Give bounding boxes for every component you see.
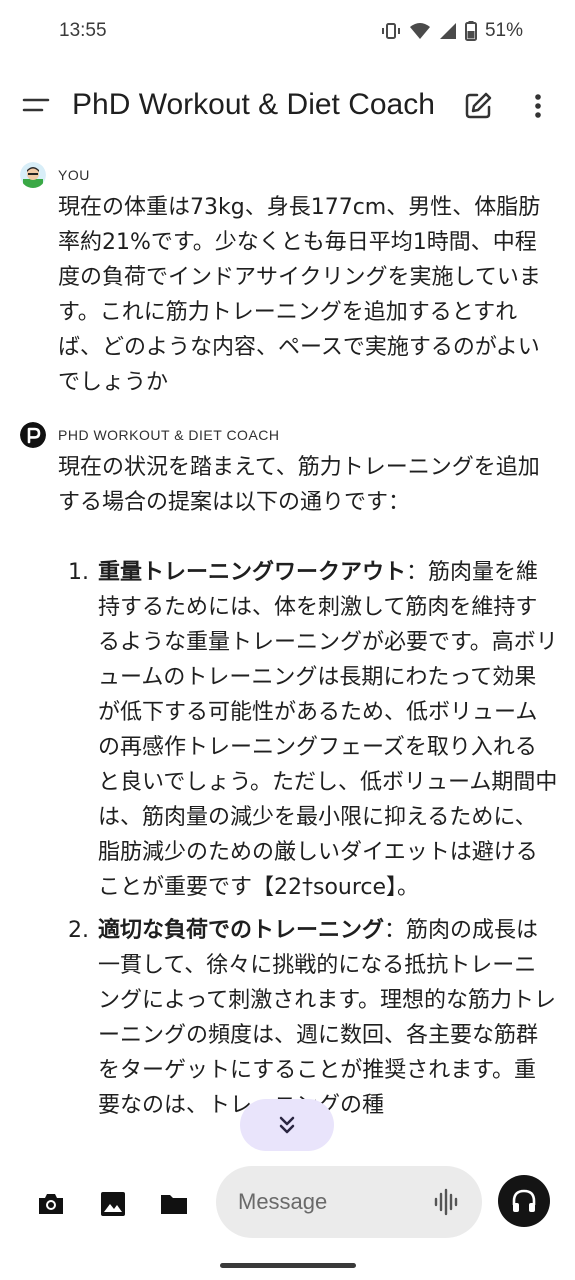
status-time: 13:55 (59, 20, 107, 41)
assistant-avatar (20, 422, 46, 448)
menu-button[interactable] (20, 90, 52, 122)
battery-percent: 51% (484, 20, 523, 41)
user-message-header: YOU (20, 162, 90, 188)
list-item-title: 重量トレーニングワークアウト (98, 560, 407, 585)
assistant-message-header: PHD WORKOUT & DIET COACH (20, 422, 280, 448)
message-placeholder: Message (238, 1189, 328, 1214)
camera-icon (39, 1194, 63, 1214)
edit-icon (465, 92, 492, 119)
list-item-text: ：筋肉量を維持するためには、体を刺激して筋肉を維持するような重量トレーニングが必… (98, 560, 558, 900)
list-number: 2. (68, 918, 89, 943)
status-icons: 51% (381, 20, 523, 42)
assistant-list: 1. 重量トレーニングワークアウト：筋肉量を維持するためには、体を刺激して筋肉を… (58, 555, 558, 1123)
folder-icon (161, 1195, 187, 1214)
image-button[interactable] (97, 1188, 129, 1220)
message-input[interactable]: Message (216, 1166, 482, 1238)
headphones-icon (512, 1189, 536, 1212)
chevron-double-down-icon (279, 1116, 295, 1134)
menu-icon (22, 98, 50, 112)
wifi-icon (409, 23, 430, 39)
user-message-text: 現在の体重は73kg、身長177cm、男性、体脂肪率約21%です。少なくとも毎日… (58, 195, 541, 395)
assistant-intro-text: 現在の状況を踏まえて、筋力トレーニングを追加する場合の提案は以下の通りです： (58, 455, 540, 515)
sender-name: YOU (58, 167, 90, 183)
composer-bar: Message (0, 1160, 575, 1280)
image-icon (101, 1192, 125, 1216)
list-item: 2. 適切な負荷でのトレーニング：筋肉の成長は一貫して、徐々に挑戦的になる抵抗ト… (58, 913, 558, 1123)
battery-icon (464, 21, 477, 41)
vibrate-icon (381, 23, 400, 39)
page-title: PhD Workout & Diet Coach (72, 88, 435, 121)
list-number: 1. (68, 560, 89, 585)
signal-icon (439, 23, 456, 39)
more-options-button[interactable] (524, 90, 552, 122)
scroll-to-bottom-button[interactable] (240, 1099, 334, 1151)
folder-button[interactable] (158, 1188, 190, 1220)
waveform-icon[interactable] (432, 1188, 460, 1216)
new-chat-button[interactable] (462, 90, 494, 122)
app-bar: PhD Workout & Diet Coach (0, 76, 575, 140)
user-avatar (20, 162, 46, 188)
list-item-text: ：筋肉の成長は一貫して、徐々に挑戦的になる抵抗トレーニングによって刺激されます。… (98, 918, 557, 1118)
status-bar: 13:55 51% (0, 0, 575, 66)
home-indicator[interactable] (220, 1263, 356, 1268)
chat-thread[interactable]: YOU 現在の体重は73kg、身長177cm、男性、体脂肪率約21%です。少なく… (0, 150, 575, 1160)
voice-mode-button[interactable] (498, 1175, 550, 1227)
list-item: 1. 重量トレーニングワークアウト：筋肉量を維持するためには、体を刺激して筋肉を… (58, 555, 558, 905)
more-vertical-icon (535, 94, 541, 118)
camera-button[interactable] (35, 1188, 67, 1220)
sender-name: PHD WORKOUT & DIET COACH (58, 427, 280, 443)
list-item-title: 適切な負荷でのトレーニング (98, 918, 385, 943)
